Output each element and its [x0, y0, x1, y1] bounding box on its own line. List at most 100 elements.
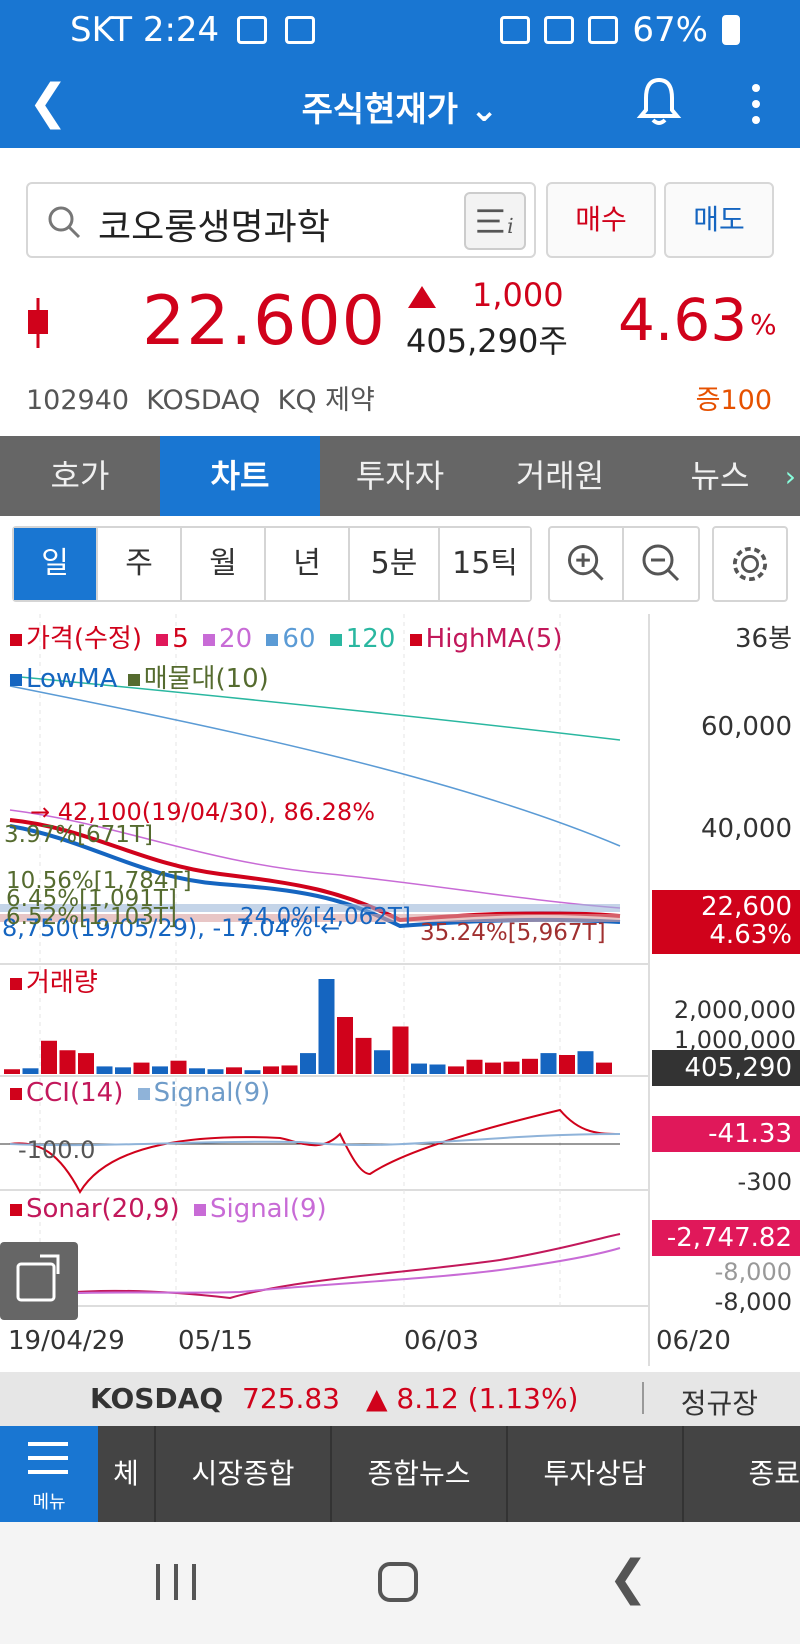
x-label-1: 19/04/29: [8, 1326, 125, 1356]
tab-chart[interactable]: 차트: [160, 436, 320, 516]
gear-icon[interactable]: [712, 526, 788, 602]
chevron-right-icon[interactable]: ›: [785, 460, 796, 493]
period-month[interactable]: 월: [182, 528, 266, 600]
volume-bar: [22, 1068, 39, 1074]
x-label-3: 06/03: [404, 1326, 479, 1356]
volume-bar: [559, 1055, 575, 1074]
search-icon: [48, 206, 81, 239]
recents-icon[interactable]: [156, 1564, 196, 1600]
buy-button[interactable]: 매수: [546, 182, 656, 258]
stock-search-input[interactable]: 코오롱생명과학 i: [26, 182, 536, 258]
index-ticker[interactable]: KOSDAQ 725.83 ▲ 8.12 (1.13%) 정규장: [0, 1372, 800, 1426]
stock-code: 102940: [26, 385, 130, 416]
index-name: KOSDAQ: [90, 1382, 224, 1415]
more-icon[interactable]: [752, 84, 762, 124]
tab-news[interactable]: 뉴스: [640, 436, 800, 516]
sonar-tag: -2,747.82: [652, 1220, 800, 1256]
menu-button[interactable]: 메뉴: [0, 1426, 98, 1522]
gallery-icon: [237, 16, 268, 44]
price-tag-value: 22,600: [652, 890, 800, 924]
nav-item-consult[interactable]: 투자상담: [508, 1426, 684, 1522]
period-week[interactable]: 주: [98, 528, 182, 600]
volume-bar: [355, 1037, 372, 1074]
cci-legend: CCI(14) Signal(9): [10, 1078, 270, 1108]
change-percent: 4.63: [618, 286, 748, 354]
price-change: 1,000: [472, 276, 564, 314]
margin-rate: 증100: [695, 385, 772, 416]
sell-button[interactable]: 매도: [664, 182, 774, 258]
tab-orderbook[interactable]: 호가: [0, 436, 160, 516]
hamburger-icon: [28, 1442, 68, 1474]
vp-label-4: 6.52%[1,103T]: [6, 904, 177, 930]
bottom-nav: 메뉴 체 시장종합 종합뉴스 투자상담 종료: [0, 1426, 800, 1522]
volume-bar: [59, 1050, 76, 1074]
stock-info-icon[interactable]: i: [464, 192, 526, 250]
period-day[interactable]: 일: [14, 528, 98, 600]
volume-tag: 405,290: [652, 1050, 800, 1086]
index-value: 725.83: [242, 1382, 340, 1415]
volume-bar: [244, 1070, 261, 1074]
system-nav-bar: ❮: [0, 1522, 800, 1644]
volte-icon: [285, 16, 316, 44]
system-back-icon[interactable]: ❮: [608, 1550, 648, 1606]
volume-legend: 거래량: [10, 962, 98, 999]
volume-bar: [466, 1059, 483, 1074]
bars-count: 36봉: [734, 624, 792, 654]
price-axis-60000: 60,000: [701, 712, 792, 742]
volume-bar: [170, 1060, 187, 1074]
volume-bar: [429, 1064, 446, 1074]
battery-text: 67%: [632, 10, 708, 50]
volume-bar: [281, 1065, 298, 1074]
sonar-legend: Sonar(20,9) Signal(9): [10, 1194, 327, 1224]
period-5min[interactable]: 5분: [350, 528, 440, 600]
volume-bar: [207, 1069, 224, 1074]
period-selector: 일 주 월 년 5분 15틱: [12, 526, 788, 602]
legend-volume-profile: 매물대(10): [143, 664, 269, 694]
volume-bar: [300, 1053, 316, 1074]
volume-axis-2m: 2,000,000: [673, 996, 796, 1024]
market-name: KOSDAQ: [146, 385, 261, 416]
volume-bar: [337, 1017, 353, 1074]
home-icon[interactable]: [378, 1562, 418, 1602]
rotate-screen-icon[interactable]: [0, 1242, 78, 1320]
period-15tick[interactable]: 15틱: [440, 528, 530, 600]
index-change: ▲ 8.12 (1.13%): [366, 1382, 579, 1415]
legend-ma5: 5: [172, 624, 189, 654]
volume-bar: [152, 1066, 168, 1074]
app-bar: ❮ 주식현재가 ⌄: [0, 60, 800, 148]
battery-icon: [722, 15, 740, 45]
legend-ma60: 60: [282, 624, 316, 654]
status-bar: SKT 2:24 67%: [0, 0, 800, 60]
legend-price: 가격(수정): [26, 624, 142, 654]
session-status: 정규장: [680, 1387, 758, 1420]
volume-bar: [577, 1051, 594, 1074]
nav-item-partial[interactable]: 체: [98, 1426, 156, 1522]
zoom-out-icon[interactable]: [624, 528, 698, 600]
volume-bar: [411, 1063, 427, 1074]
bell-icon[interactable]: [636, 76, 682, 128]
vp-label-5: 24.0%[4,062T]: [240, 904, 411, 930]
tab-investor[interactable]: 투자자: [320, 436, 480, 516]
stock-chart[interactable]: 가격(수정) 5 20 60 120 HighMA(5) LowMA 매물대(1…: [0, 614, 800, 1366]
current-price: 22.600: [142, 282, 386, 361]
nav-item-exit[interactable]: 종료: [684, 1426, 800, 1522]
volume-bar: [392, 1026, 409, 1074]
tab-bar: 호가 차트 투자자 거래원 뉴스 ›: [0, 436, 800, 516]
price-tag-pct: 4.63%: [652, 920, 800, 954]
cci-line: [9, 1108, 621, 1195]
nav-item-market[interactable]: 시장종합: [156, 1426, 332, 1522]
period-year[interactable]: 년: [266, 528, 350, 600]
x-label-2: 05/15: [178, 1326, 253, 1356]
volume-bar: [133, 1062, 150, 1074]
carrier-time: SKT 2:24: [70, 10, 220, 50]
sonar-axis-1: -8,000: [714, 1258, 792, 1286]
volume-bar: [115, 1067, 131, 1074]
tab-broker[interactable]: 거래원: [480, 436, 640, 516]
alarm-icon: [500, 16, 531, 44]
zoom-in-icon[interactable]: [550, 528, 624, 600]
volume-bar: [374, 1050, 390, 1074]
sonar-axis-2: -8,000: [714, 1288, 792, 1316]
nav-item-news[interactable]: 종합뉴스: [332, 1426, 508, 1522]
stock-name: 코오롱생명과학: [98, 207, 330, 248]
volume-bar: [78, 1053, 94, 1074]
